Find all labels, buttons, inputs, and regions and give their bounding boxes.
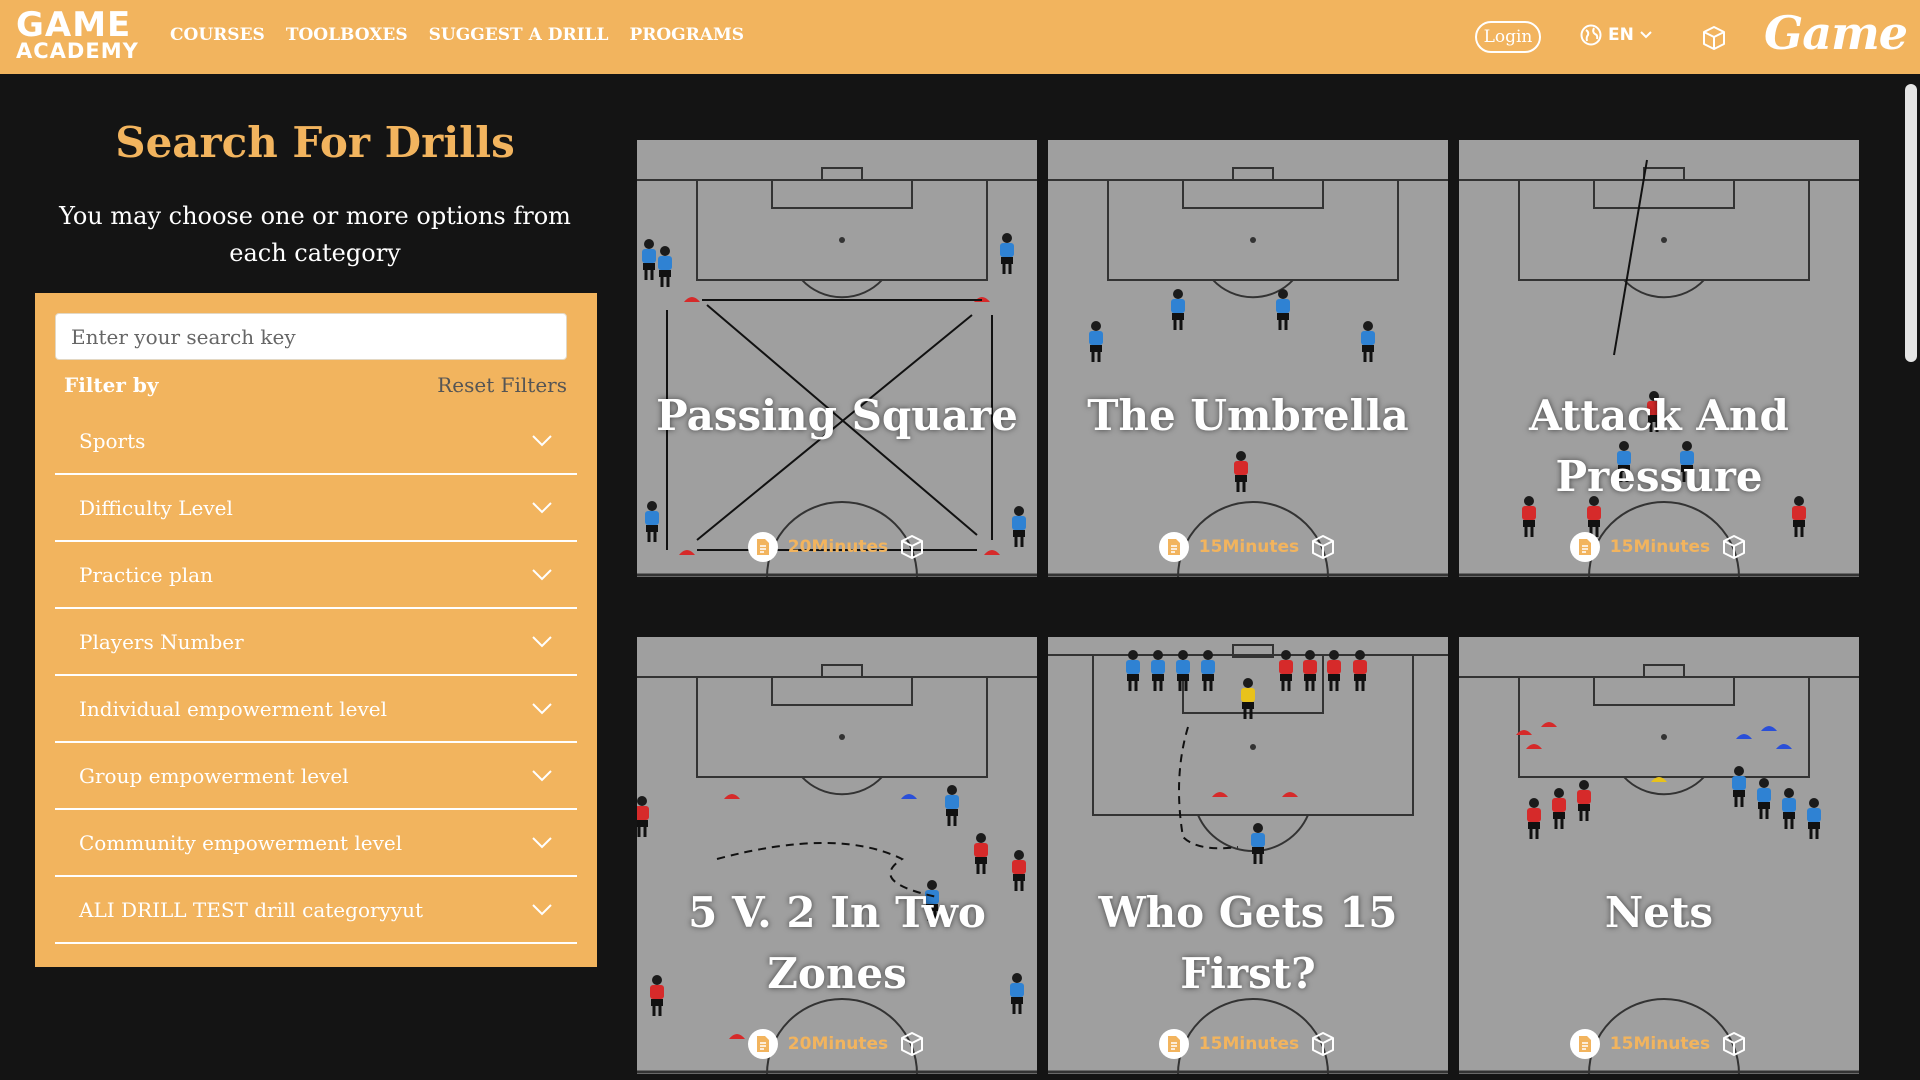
filter-label: Group empowerment level <box>79 763 349 788</box>
filter-label: Individual empowerment level <box>79 696 388 721</box>
drill-title: Attack And Pressure <box>1469 385 1849 507</box>
document-icon <box>1569 1029 1600 1059</box>
nav-courses[interactable]: COURSES <box>170 25 265 45</box>
drill-meta: 20Minutes <box>637 532 1037 562</box>
filter-difficulty-level[interactable]: Difficulty Level <box>55 475 577 542</box>
cube-icon[interactable] <box>1309 1030 1337 1058</box>
drill-card[interactable]: 5 V. 2 In Two Zones 20Minutes <box>637 637 1037 1074</box>
cube-icon[interactable] <box>1700 24 1728 52</box>
search-input[interactable] <box>55 313 567 360</box>
drill-duration: 20Minutes <box>787 1034 889 1054</box>
login-button[interactable]: Login <box>1475 21 1541 53</box>
language-selector[interactable]: EN <box>1580 24 1652 46</box>
document-icon <box>1158 532 1189 562</box>
drill-card[interactable]: Passing Square 20Minutes <box>637 140 1037 577</box>
drill-title-line: Who Gets 15 <box>1098 888 1398 937</box>
logo-line-1: GAME <box>16 5 132 45</box>
game-brand-logo[interactable]: Game <box>1764 6 1908 60</box>
filter-accordion: Sports Difficulty Level Practice plan Pl… <box>55 408 577 944</box>
filter-practice-plan[interactable]: Practice plan <box>55 542 577 609</box>
filter-community-empowerment[interactable]: Community empowerment level <box>55 810 577 877</box>
filter-panel: Filter by Reset Filters Sports Difficult… <box>35 293 597 967</box>
drill-meta: 15Minutes <box>1459 532 1859 562</box>
drill-duration: 15Minutes <box>1609 1034 1711 1054</box>
drill-title-line: The Umbrella <box>1087 391 1409 440</box>
drill-duration: 15Minutes <box>1198 537 1300 557</box>
drill-card[interactable]: The Umbrella 15Minutes <box>1048 140 1448 577</box>
chevron-down-icon <box>532 702 552 714</box>
drill-duration: 15Minutes <box>1198 1034 1300 1054</box>
chevron-down-icon <box>1640 31 1652 39</box>
filter-label: Players Number <box>79 629 244 654</box>
chevron-down-icon <box>532 501 552 513</box>
drill-title-line: Nets <box>1604 888 1714 937</box>
language-label: EN <box>1608 25 1634 45</box>
cube-icon[interactable] <box>898 533 926 561</box>
filter-ali-drill-test[interactable]: ALI DRILL TEST drill categoryyut <box>55 877 577 944</box>
drill-meta: 15Minutes <box>1048 532 1448 562</box>
drill-meta: 15Minutes <box>1048 1029 1448 1059</box>
document-icon <box>747 1029 778 1059</box>
chevron-down-icon <box>532 836 552 848</box>
drill-title-line: Pressure <box>1555 452 1763 501</box>
drill-diagram <box>1048 167 1448 577</box>
drill-diagram <box>1459 159 1859 577</box>
page-scrollbar[interactable] <box>1905 84 1917 362</box>
chevron-down-icon <box>532 635 552 647</box>
cube-icon[interactable] <box>1309 533 1337 561</box>
filter-players-number[interactable]: Players Number <box>55 609 577 676</box>
drill-title: Who Gets 15 First? <box>1058 882 1438 1004</box>
document-icon <box>747 532 778 562</box>
drill-meta: 20Minutes <box>637 1029 1037 1059</box>
search-title: Search For Drills <box>115 118 515 167</box>
drill-title-line: First? <box>1180 949 1316 998</box>
drill-card[interactable]: Nets 15Minutes <box>1459 637 1859 1074</box>
nav-toolboxes[interactable]: TOOLBOXES <box>286 25 408 45</box>
drill-duration: 20Minutes <box>787 537 889 557</box>
drill-diagram <box>1459 664 1859 1074</box>
drill-meta: 15Minutes <box>1459 1029 1859 1059</box>
logo-line-2: ACADEMY <box>16 39 139 63</box>
drill-diagram <box>637 664 1037 1074</box>
chevron-down-icon <box>532 769 552 781</box>
main-nav: COURSES TOOLBOXES SUGGEST A DRILL PROGRA… <box>170 25 744 45</box>
drill-title: Passing Square <box>647 385 1027 446</box>
drill-diagram <box>637 167 1037 577</box>
drill-title: 5 V. 2 In Two Zones <box>647 882 1027 1004</box>
filter-sports[interactable]: Sports <box>55 408 577 475</box>
drill-card[interactable]: Attack And Pressure 15Minutes <box>1459 140 1859 577</box>
drill-diagram <box>1048 644 1448 1074</box>
reset-filters-link[interactable]: Reset Filters <box>437 373 567 397</box>
drill-card[interactable]: Who Gets 15 First? 15Minutes <box>1048 637 1448 1074</box>
filter-by-label: Filter by <box>64 373 159 397</box>
filter-label: Sports <box>79 428 146 453</box>
drill-title: Nets <box>1469 882 1849 943</box>
drill-duration: 15Minutes <box>1609 537 1711 557</box>
filter-label: Community empowerment level <box>79 830 403 855</box>
drill-title-line: Attack And <box>1529 391 1789 440</box>
filter-label: Difficulty Level <box>79 495 233 520</box>
nav-suggest-a-drill[interactable]: SUGGEST A DRILL <box>429 25 609 45</box>
filter-label: ALI DRILL TEST drill categoryyut <box>79 897 424 922</box>
chevron-down-icon <box>532 903 552 915</box>
drill-title-line: Zones <box>767 949 907 998</box>
chevron-down-icon <box>532 434 552 446</box>
filter-group-empowerment[interactable]: Group empowerment level <box>55 743 577 810</box>
document-icon <box>1158 1029 1189 1059</box>
cube-icon[interactable] <box>898 1030 926 1058</box>
nav-programs[interactable]: PROGRAMS <box>629 25 744 45</box>
filter-individual-empowerment[interactable]: Individual empowerment level <box>55 676 577 743</box>
top-navigation-bar: GAME ACADEMY COURSES TOOLBOXES SUGGEST A… <box>0 0 1920 74</box>
drill-title: The Umbrella <box>1058 385 1438 446</box>
drill-title-line: 5 V. 2 In Two <box>688 888 986 937</box>
search-subtitle: You may choose one or more options from … <box>59 202 571 267</box>
drill-title-line: Passing Square <box>656 391 1018 440</box>
game-academy-logo[interactable]: GAME ACADEMY <box>16 8 139 62</box>
filter-label: Practice plan <box>79 562 213 587</box>
cube-icon[interactable] <box>1720 533 1748 561</box>
document-icon <box>1569 532 1600 562</box>
chevron-down-icon <box>532 568 552 580</box>
globe-icon <box>1580 24 1602 46</box>
cube-icon[interactable] <box>1720 1030 1748 1058</box>
